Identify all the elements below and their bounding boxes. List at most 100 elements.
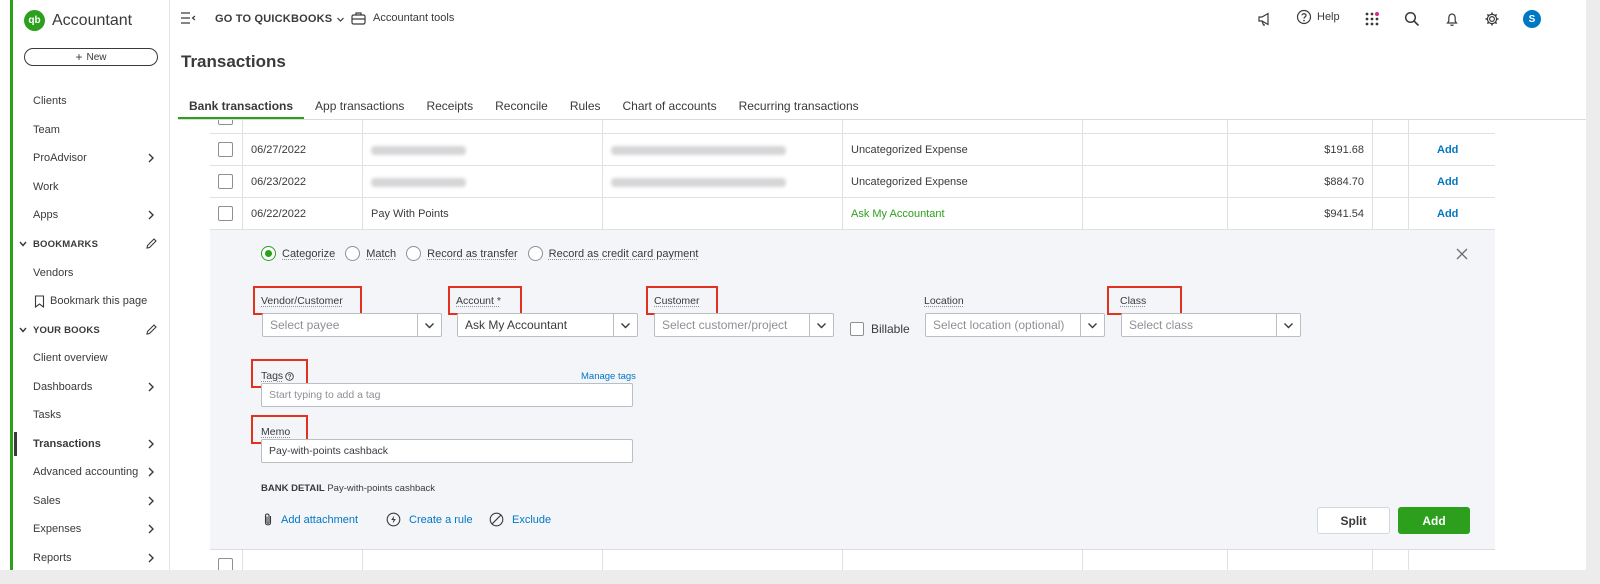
table-row[interactable]	[210, 120, 1495, 134]
sidebar-item-label: Advanced accounting	[33, 466, 139, 478]
row-checkbox[interactable]	[218, 120, 233, 125]
chevron-right-icon	[148, 467, 154, 477]
sidebar-item-reports[interactable]: Reports	[14, 546, 169, 570]
row-checkbox[interactable]	[218, 142, 233, 157]
search-icon[interactable]	[1403, 10, 1421, 28]
table-row-selected[interactable]: 06/22/2022 Pay With Points Ask My Accoun…	[210, 198, 1495, 230]
redacted-text	[611, 145, 786, 155]
tab-recurring-transactions[interactable]: Recurring transactions	[728, 96, 870, 120]
sidebar-item-clients[interactable]: Clients	[14, 89, 169, 113]
add-button[interactable]: Add	[1398, 507, 1470, 534]
customer-select[interactable]: Select customer/project	[654, 313, 834, 337]
sidebar-item-label: Apps	[33, 209, 59, 221]
class-select[interactable]: Select class	[1121, 313, 1301, 337]
sidebar-item-dashboards[interactable]: Dashboards	[14, 375, 169, 399]
sidebar-item-client-overview[interactable]: Client overview	[14, 346, 169, 370]
main-content: GO TO QUICKBOOKS Accountant tools Help S…	[170, 0, 1586, 570]
row-checkbox[interactable]	[218, 206, 233, 221]
chevron-down-icon	[19, 327, 27, 333]
tags-input[interactable]: Start typing to add a tag	[261, 383, 633, 407]
megaphone-icon[interactable]	[1256, 10, 1274, 28]
row-amount: $191.68	[1227, 134, 1372, 166]
radio-circle	[345, 246, 361, 261]
new-button[interactable]: + New	[24, 48, 158, 66]
row-payee-cell	[602, 550, 842, 570]
exclude-icon	[489, 512, 504, 527]
briefcase-icon	[351, 12, 366, 25]
sidebar-item-transactions[interactable]: Transactions	[14, 432, 169, 456]
row-add-link[interactable]: Add	[1408, 134, 1495, 166]
bookmarks-section-toggle[interactable]: BOOKMARKS	[14, 232, 169, 256]
radio-match[interactable]: Match	[345, 246, 396, 261]
chevron-down-icon	[1276, 314, 1300, 336]
help-button[interactable]: Help	[1296, 9, 1340, 25]
table-row[interactable]: 06/23/2022 Uncategorized Expense $884.70…	[210, 166, 1495, 198]
manage-tags-link[interactable]: Manage tags	[581, 371, 636, 382]
row-description-cell	[362, 550, 602, 570]
billable-checkbox[interactable]: Billable	[850, 322, 910, 336]
sidebar-item-expenses[interactable]: Expenses	[14, 517, 169, 541]
table-row[interactable]: 06/27/2022 Uncategorized Expense $191.68…	[210, 134, 1495, 166]
row-amount-cell	[1227, 550, 1372, 570]
split-button[interactable]: Split	[1317, 507, 1390, 534]
sidebar-item-proadvisor[interactable]: ProAdvisor	[14, 146, 169, 170]
row-payee	[602, 134, 842, 166]
chevron-down-icon	[337, 17, 345, 22]
row-add-link[interactable]: Add	[1408, 166, 1495, 198]
tab-receipts[interactable]: Receipts	[415, 96, 484, 120]
location-select[interactable]: Select location (optional)	[925, 313, 1105, 337]
sidebar-item-apps[interactable]: Apps	[14, 203, 169, 227]
category-label: Ask My Accountant	[851, 208, 945, 220]
create-rule-label: Create a rule	[409, 513, 473, 526]
tab-chart-of-accounts[interactable]: Chart of accounts	[612, 96, 728, 120]
bookmark-this-page[interactable]: Bookmark this page	[14, 289, 169, 313]
row-add-link[interactable]: Add	[1408, 198, 1495, 230]
lightning-circle-icon	[386, 512, 401, 527]
radio-label: Record as transfer	[427, 247, 518, 260]
table-row[interactable]	[210, 550, 1495, 570]
bookmark-vendors[interactable]: Vendors	[14, 261, 169, 285]
app-grid-icon[interactable]	[1363, 10, 1381, 28]
account-label: Account *	[456, 295, 501, 307]
sidebar-item-tasks[interactable]: Tasks	[14, 403, 169, 427]
radio-categorize[interactable]: Categorize	[261, 246, 335, 261]
memo-input[interactable]: Pay-with-points cashback	[261, 439, 633, 463]
row-checkbox[interactable]	[218, 558, 233, 570]
sidebar-item-work[interactable]: Work	[14, 175, 169, 199]
gear-icon[interactable]	[1483, 10, 1501, 28]
exclude-link[interactable]: Exclude	[489, 512, 551, 527]
radio-record-as-transfer[interactable]: Record as transfer	[406, 246, 518, 261]
sidebar-item-advanced-accounting[interactable]: Advanced accounting	[14, 460, 169, 484]
create-rule-link[interactable]: Create a rule	[386, 512, 473, 527]
row-checkbox[interactable]	[218, 174, 233, 189]
avatar[interactable]: S	[1523, 10, 1541, 28]
collapse-menu-icon[interactable]	[180, 11, 196, 25]
info-icon[interactable]	[285, 371, 294, 381]
radio-record-as-credit-card-payment[interactable]: Record as credit card payment	[527, 246, 698, 261]
row-category[interactable]: Uncategorized Expense	[842, 134, 1082, 166]
redacted-text	[371, 177, 466, 187]
tab-rules[interactable]: Rules	[559, 96, 612, 120]
accountant-tools-button[interactable]: Accountant tools	[351, 11, 454, 25]
chevron-right-icon	[148, 210, 154, 220]
vendor-customer-select[interactable]: Select payee	[262, 313, 442, 337]
close-icon[interactable]	[1456, 248, 1468, 260]
bell-icon[interactable]	[1443, 10, 1461, 28]
row-category[interactable]: Uncategorized Expense	[842, 166, 1082, 198]
row-category[interactable]: Ask My Accountant	[842, 198, 1082, 230]
go-to-quickbooks-menu[interactable]: GO TO QUICKBOOKS	[215, 13, 345, 25]
row-action-cell	[1408, 120, 1495, 134]
sidebar-item-sales[interactable]: Sales	[14, 489, 169, 513]
tab-app-transactions[interactable]: App transactions	[304, 96, 415, 120]
brand[interactable]: qb Accountant	[24, 10, 132, 31]
sidebar-item-team[interactable]: Team	[14, 118, 169, 142]
left-edge	[0, 0, 14, 570]
account-select[interactable]: Ask My Accountant	[457, 313, 638, 337]
tab-reconcile[interactable]: Reconcile	[484, 96, 559, 120]
your-books-section-toggle[interactable]: YOUR BOOKS	[14, 318, 169, 342]
add-attachment-link[interactable]: Add attachment	[263, 512, 358, 527]
pencil-icon[interactable]	[145, 237, 158, 250]
tab-bank-transactions[interactable]: Bank transactions	[178, 96, 305, 120]
pencil-icon[interactable]	[145, 323, 158, 336]
select-placeholder: Select location (optional)	[933, 318, 1065, 332]
